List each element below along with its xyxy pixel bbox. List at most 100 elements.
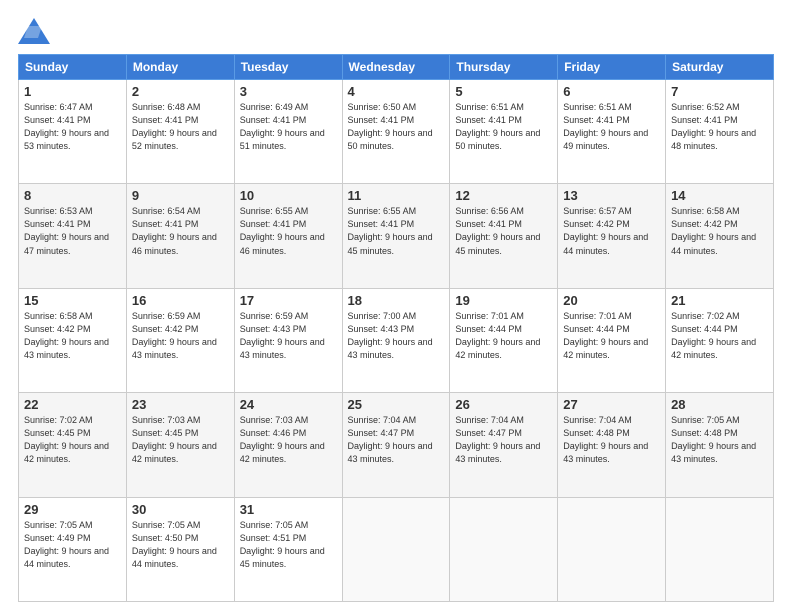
calendar-cell: 28 Sunrise: 7:05 AMSunset: 4:48 PMDayligh… (666, 393, 774, 497)
day-number: 13 (563, 188, 660, 203)
calendar-cell: 18 Sunrise: 7:00 AMSunset: 4:43 PMDayligh… (342, 288, 450, 392)
calendar-cell: 31 Sunrise: 7:05 AMSunset: 4:51 PMDayligh… (234, 497, 342, 601)
day-number: 3 (240, 84, 337, 99)
day-info: Sunrise: 6:52 AMSunset: 4:41 PMDaylight:… (671, 101, 768, 153)
day-number: 30 (132, 502, 229, 517)
calendar-cell: 22 Sunrise: 7:02 AMSunset: 4:45 PMDayligh… (19, 393, 127, 497)
day-info: Sunrise: 7:02 AMSunset: 4:45 PMDaylight:… (24, 414, 121, 466)
calendar-cell: 14 Sunrise: 6:58 AMSunset: 4:42 PMDayligh… (666, 184, 774, 288)
day-number: 19 (455, 293, 552, 308)
day-number: 6 (563, 84, 660, 99)
day-info: Sunrise: 7:01 AMSunset: 4:44 PMDaylight:… (455, 310, 552, 362)
day-info: Sunrise: 7:04 AMSunset: 4:47 PMDaylight:… (348, 414, 445, 466)
day-info: Sunrise: 6:57 AMSunset: 4:42 PMDaylight:… (563, 205, 660, 257)
day-number: 23 (132, 397, 229, 412)
day-info: Sunrise: 6:51 AMSunset: 4:41 PMDaylight:… (455, 101, 552, 153)
day-header: Saturday (666, 55, 774, 80)
calendar-cell: 29 Sunrise: 7:05 AMSunset: 4:49 PMDayligh… (19, 497, 127, 601)
day-number: 7 (671, 84, 768, 99)
calendar-cell: 3 Sunrise: 6:49 AMSunset: 4:41 PMDaylight… (234, 80, 342, 184)
day-number: 28 (671, 397, 768, 412)
calendar-cell: 8 Sunrise: 6:53 AMSunset: 4:41 PMDaylight… (19, 184, 127, 288)
day-number: 17 (240, 293, 337, 308)
day-info: Sunrise: 7:02 AMSunset: 4:44 PMDaylight:… (671, 310, 768, 362)
calendar-cell: 27Sunrise: 7:04 AMSunset: 4:48 PMDayligh… (558, 393, 666, 497)
day-number: 29 (24, 502, 121, 517)
day-number: 18 (348, 293, 445, 308)
day-info: Sunrise: 7:00 AMSunset: 4:43 PMDaylight:… (348, 310, 445, 362)
day-info: Sunrise: 7:05 AMSunset: 4:48 PMDaylight:… (671, 414, 768, 466)
day-info: Sunrise: 7:04 AMSunset: 4:48 PMDaylight:… (563, 414, 660, 466)
calendar-cell: 25 Sunrise: 7:04 AMSunset: 4:47 PMDayligh… (342, 393, 450, 497)
calendar-page: SundayMondayTuesdayWednesdayThursdayFrid… (0, 0, 792, 612)
day-number: 4 (348, 84, 445, 99)
calendar-cell (342, 497, 450, 601)
day-number: 20 (563, 293, 660, 308)
day-number: 22 (24, 397, 121, 412)
day-info: Sunrise: 6:58 AMSunset: 4:42 PMDaylight:… (24, 310, 121, 362)
calendar-cell: 24 Sunrise: 7:03 AMSunset: 4:46 PMDayligh… (234, 393, 342, 497)
day-header: Tuesday (234, 55, 342, 80)
calendar-cell: 15 Sunrise: 6:58 AMSunset: 4:42 PMDayligh… (19, 288, 127, 392)
calendar-cell: 9Sunrise: 6:54 AMSunset: 4:41 PMDaylight… (126, 184, 234, 288)
calendar-table: SundayMondayTuesdayWednesdayThursdayFrid… (18, 54, 774, 602)
day-info: Sunrise: 7:01 AMSunset: 4:44 PMDaylight:… (563, 310, 660, 362)
logo (18, 18, 54, 44)
calendar-cell: 16 Sunrise: 6:59 AMSunset: 4:42 PMDayligh… (126, 288, 234, 392)
day-info: Sunrise: 6:59 AMSunset: 4:43 PMDaylight:… (240, 310, 337, 362)
day-info: Sunrise: 6:56 AMSunset: 4:41 PMDaylight:… (455, 205, 552, 257)
calendar-cell (450, 497, 558, 601)
calendar-cell: 6 Sunrise: 6:51 AMSunset: 4:41 PMDaylight… (558, 80, 666, 184)
calendar-cell: 2 Sunrise: 6:48 AMSunset: 4:41 PMDaylight… (126, 80, 234, 184)
day-number: 21 (671, 293, 768, 308)
header (18, 18, 774, 44)
calendar-cell: 7 Sunrise: 6:52 AMSunset: 4:41 PMDaylight… (666, 80, 774, 184)
day-info: Sunrise: 7:03 AMSunset: 4:45 PMDaylight:… (132, 414, 229, 466)
day-info: Sunrise: 6:58 AMSunset: 4:42 PMDaylight:… (671, 205, 768, 257)
day-number: 10 (240, 188, 337, 203)
day-header: Monday (126, 55, 234, 80)
day-number: 26 (455, 397, 552, 412)
day-number: 31 (240, 502, 337, 517)
calendar-cell: 26 Sunrise: 7:04 AMSunset: 4:47 PMDayligh… (450, 393, 558, 497)
day-number: 16 (132, 293, 229, 308)
day-number: 5 (455, 84, 552, 99)
calendar-cell: 12 Sunrise: 6:56 AMSunset: 4:41 PMDayligh… (450, 184, 558, 288)
day-number: 12 (455, 188, 552, 203)
calendar-cell: 19 Sunrise: 7:01 AMSunset: 4:44 PMDayligh… (450, 288, 558, 392)
day-info: Sunrise: 7:05 AMSunset: 4:51 PMDaylight:… (240, 519, 337, 571)
calendar-cell: 20 Sunrise: 7:01 AMSunset: 4:44 PMDayligh… (558, 288, 666, 392)
calendar-cell: 1Sunrise: 6:47 AMSunset: 4:41 PMDaylight… (19, 80, 127, 184)
day-header: Wednesday (342, 55, 450, 80)
calendar-cell: 13 Sunrise: 6:57 AMSunset: 4:42 PMDayligh… (558, 184, 666, 288)
day-number: 25 (348, 397, 445, 412)
calendar-cell: 10 Sunrise: 6:55 AMSunset: 4:41 PMDayligh… (234, 184, 342, 288)
day-info: Sunrise: 7:03 AMSunset: 4:46 PMDaylight:… (240, 414, 337, 466)
calendar-cell: 11Sunrise: 6:55 AMSunset: 4:41 PMDayligh… (342, 184, 450, 288)
day-number: 15 (24, 293, 121, 308)
day-info: Sunrise: 6:59 AMSunset: 4:42 PMDaylight:… (132, 310, 229, 362)
day-info: Sunrise: 7:05 AMSunset: 4:50 PMDaylight:… (132, 519, 229, 571)
day-header: Thursday (450, 55, 558, 80)
day-header: Sunday (19, 55, 127, 80)
calendar-cell: 23 Sunrise: 7:03 AMSunset: 4:45 PMDayligh… (126, 393, 234, 497)
calendar-cell: 5 Sunrise: 6:51 AMSunset: 4:41 PMDaylight… (450, 80, 558, 184)
day-info: Sunrise: 6:55 AMSunset: 4:41 PMDaylight:… (348, 205, 445, 257)
calendar-cell: 30 Sunrise: 7:05 AMSunset: 4:50 PMDayligh… (126, 497, 234, 601)
day-number: 8 (24, 188, 121, 203)
calendar-cell: 21 Sunrise: 7:02 AMSunset: 4:44 PMDayligh… (666, 288, 774, 392)
day-info: Sunrise: 7:05 AMSunset: 4:49 PMDaylight:… (24, 519, 121, 571)
day-info: Sunrise: 6:47 AMSunset: 4:41 PMDaylight:… (24, 101, 121, 153)
day-info: Sunrise: 6:48 AMSunset: 4:41 PMDaylight:… (132, 101, 229, 153)
day-number: 14 (671, 188, 768, 203)
day-info: Sunrise: 6:55 AMSunset: 4:41 PMDaylight:… (240, 205, 337, 257)
day-number: 24 (240, 397, 337, 412)
day-number: 2 (132, 84, 229, 99)
day-info: Sunrise: 6:53 AMSunset: 4:41 PMDaylight:… (24, 205, 121, 257)
day-info: Sunrise: 7:04 AMSunset: 4:47 PMDaylight:… (455, 414, 552, 466)
day-info: Sunrise: 6:49 AMSunset: 4:41 PMDaylight:… (240, 101, 337, 153)
calendar-cell: 17 Sunrise: 6:59 AMSunset: 4:43 PMDayligh… (234, 288, 342, 392)
day-info: Sunrise: 6:50 AMSunset: 4:41 PMDaylight:… (348, 101, 445, 153)
day-info: Sunrise: 6:51 AMSunset: 4:41 PMDaylight:… (563, 101, 660, 153)
calendar-cell: 4 Sunrise: 6:50 AMSunset: 4:41 PMDaylight… (342, 80, 450, 184)
